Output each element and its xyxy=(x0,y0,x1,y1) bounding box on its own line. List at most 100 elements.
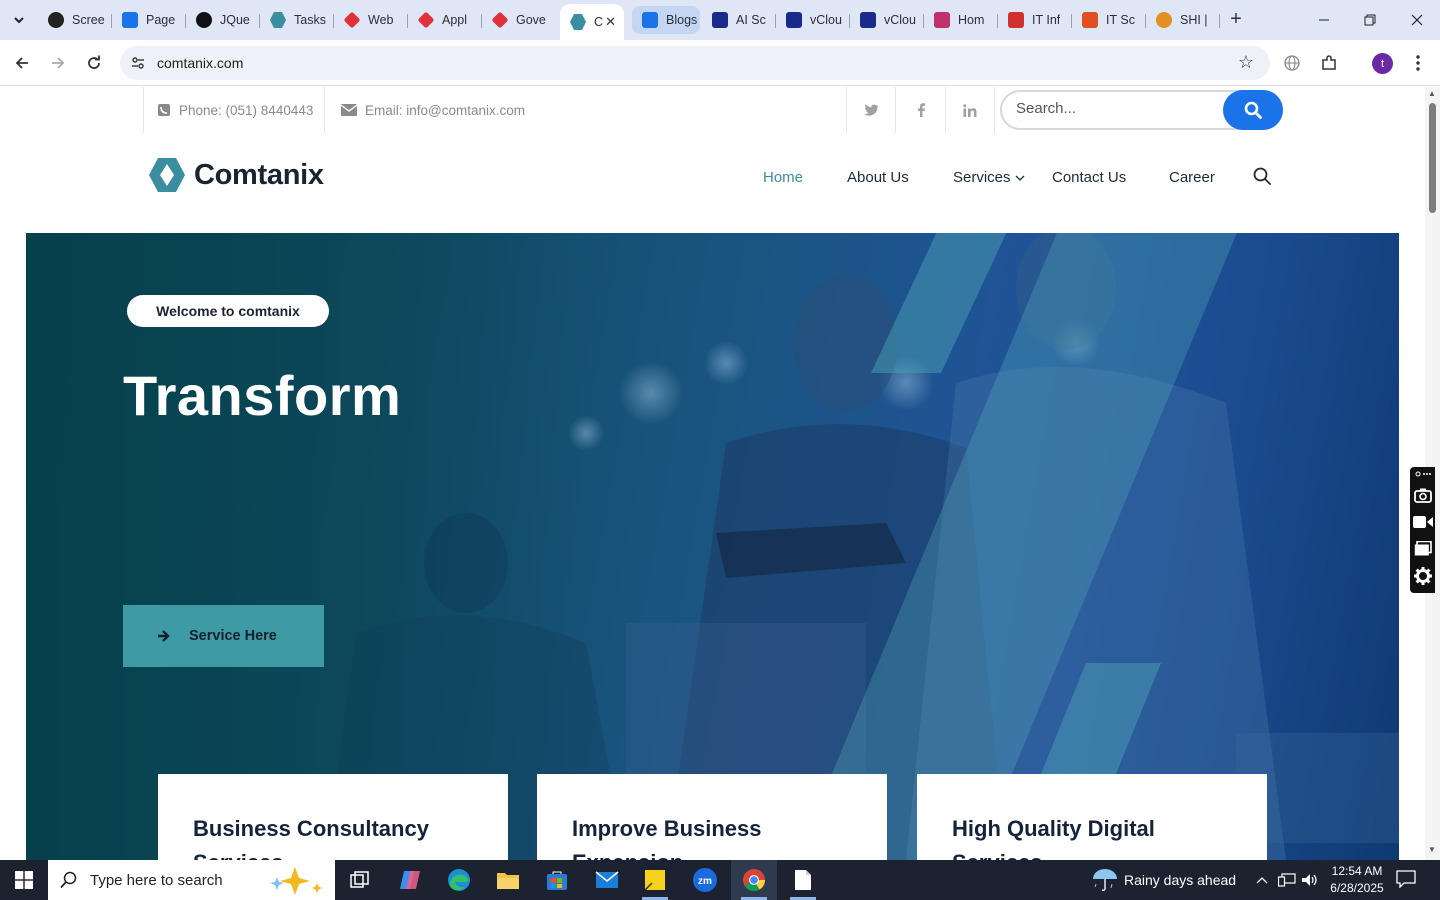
browser-tab[interactable]: Blogs xyxy=(632,6,700,34)
divider xyxy=(994,87,995,133)
browser-toolbar: comtanix.com ☆ t xyxy=(0,40,1440,86)
bookmark-star-icon[interactable]: ☆ xyxy=(1238,52,1254,73)
system-clock[interactable]: 12:54 AM 6/28/2025 xyxy=(1322,863,1392,897)
phone-info[interactable]: Phone: (051) 8440443 xyxy=(157,87,313,133)
site-search-box xyxy=(1000,90,1283,130)
service-card-title: High Quality Digital Services xyxy=(952,816,1155,860)
browser-tab[interactable]: vClou xyxy=(850,6,924,34)
camera-icon[interactable] xyxy=(1413,485,1433,505)
browser-tab[interactable]: Page xyxy=(112,6,186,34)
edge-app[interactable] xyxy=(436,860,482,900)
browser-tab[interactable]: AI Sc xyxy=(702,6,776,34)
notification-icon[interactable] xyxy=(1396,870,1418,890)
browser-tab[interactable]: Appl xyxy=(408,6,482,34)
browser-tab[interactable]: Hom xyxy=(924,6,998,34)
service-card[interactable]: High Quality Digital Services xyxy=(917,774,1267,860)
zoom-app[interactable]: zm xyxy=(682,860,728,900)
windows-icon[interactable] xyxy=(1413,539,1433,559)
nav-services-label: Services xyxy=(953,169,1011,186)
site-logo[interactable]: Comtanix xyxy=(148,157,324,193)
browser-tab[interactable]: JQue xyxy=(186,6,260,34)
back-button[interactable] xyxy=(8,49,36,77)
site-search-input[interactable] xyxy=(1016,100,1216,117)
screen-icon xyxy=(48,12,64,28)
facebook-icon[interactable] xyxy=(909,99,933,121)
browser-tab[interactable]: IT Sc xyxy=(1072,6,1146,34)
divider xyxy=(324,87,325,133)
browser-tab[interactable]: C ✕ xyxy=(560,4,624,40)
service-card[interactable]: Improve Business Expansion xyxy=(537,774,887,860)
browser-tab[interactable]: vClou xyxy=(776,6,850,34)
scroll-thumb[interactable] xyxy=(1429,103,1436,213)
close-tab-icon[interactable]: ✕ xyxy=(605,14,616,30)
divider xyxy=(846,87,847,133)
browser-tab[interactable]: SHI | xyxy=(1146,6,1220,34)
nav-about[interactable]: About Us xyxy=(847,169,909,186)
copilot-app[interactable] xyxy=(387,860,433,900)
mail-app[interactable] xyxy=(584,860,630,900)
store-app[interactable] xyxy=(534,860,580,900)
clock-time: 12:54 AM xyxy=(1331,864,1383,878)
leaf-icon xyxy=(934,12,950,28)
volume-icon[interactable] xyxy=(1300,870,1320,890)
scales-icon xyxy=(642,12,658,28)
chrome-app[interactable] xyxy=(731,860,777,900)
nav-career[interactable]: Career xyxy=(1169,169,1215,186)
notepad-app[interactable] xyxy=(780,860,826,900)
forward-button[interactable] xyxy=(44,49,72,77)
browser-tab[interactable]: Gove xyxy=(482,6,556,34)
globe-icon xyxy=(1284,55,1300,71)
chevron-up-icon[interactable] xyxy=(1252,870,1272,890)
browser-tab[interactable]: Tasks xyxy=(260,6,334,34)
comtanix-icon xyxy=(270,12,286,28)
tune-icon xyxy=(132,57,144,69)
address-bar[interactable]: comtanix.com ☆ xyxy=(120,46,1270,80)
reload-icon xyxy=(88,55,100,69)
browser-tab[interactable]: Scree xyxy=(38,6,112,34)
sparkle-icon xyxy=(270,867,322,895)
network-icon[interactable] xyxy=(1277,870,1297,890)
phone-icon xyxy=(158,104,170,116)
nav-home[interactable]: Home xyxy=(763,169,803,186)
browser-tab[interactable]: Web xyxy=(334,6,408,34)
service-card-title: Improve Business Expansion xyxy=(572,816,762,860)
scroll-down-icon[interactable]: ▼ xyxy=(1428,845,1436,854)
sticky-notes-app[interactable] xyxy=(632,860,678,900)
profile-avatar[interactable]: t xyxy=(1372,53,1393,74)
pin-icon[interactable] xyxy=(1413,467,1433,481)
close-window-button[interactable] xyxy=(1394,0,1440,40)
linkedin-icon[interactable] xyxy=(958,99,982,121)
scroll-up-icon[interactable]: ▲ xyxy=(1428,89,1436,98)
translate-icon[interactable] xyxy=(1280,51,1304,75)
tab-search-button[interactable] xyxy=(6,7,32,33)
email-info[interactable]: Email: info@comtanix.com xyxy=(341,87,525,133)
nav-search-button[interactable] xyxy=(1253,167,1271,190)
weather-widget[interactable]: Rainy days ahead xyxy=(1092,860,1236,900)
sticky-note-icon xyxy=(644,870,665,891)
chrome-icon xyxy=(743,869,765,891)
start-button[interactable] xyxy=(0,860,48,900)
reload-button[interactable] xyxy=(80,49,108,77)
tab-title: Tasks xyxy=(294,13,326,27)
video-camera-icon[interactable] xyxy=(1413,512,1433,532)
new-tab-button[interactable]: + xyxy=(1224,8,1248,32)
twitter-icon[interactable] xyxy=(859,99,883,121)
site-search-button[interactable] xyxy=(1223,90,1283,130)
service-here-button[interactable]: Service Here xyxy=(123,605,324,667)
gear-icon[interactable] xyxy=(1413,566,1433,586)
nav-services[interactable]: Services xyxy=(953,169,1025,186)
extensions-button[interactable] xyxy=(1317,51,1341,75)
browser-tab[interactable]: IT Inf xyxy=(998,6,1072,34)
nav-contact[interactable]: Contact Us xyxy=(1052,169,1126,186)
file-explorer-app[interactable] xyxy=(485,860,531,900)
task-view-button[interactable] xyxy=(337,860,383,900)
taskbar-search-box[interactable]: Type here to search xyxy=(48,860,335,900)
welcome-badge: Welcome to comtanix xyxy=(127,295,329,327)
service-card[interactable]: Business Consultancy Services xyxy=(158,774,508,860)
minimize-button[interactable] xyxy=(1301,0,1347,40)
restore-button[interactable] xyxy=(1347,0,1393,40)
browser-menu-button[interactable] xyxy=(1406,51,1430,75)
v-icon xyxy=(860,12,876,28)
site-info-button[interactable] xyxy=(128,53,148,73)
hero-title: Transform xyxy=(123,364,402,427)
